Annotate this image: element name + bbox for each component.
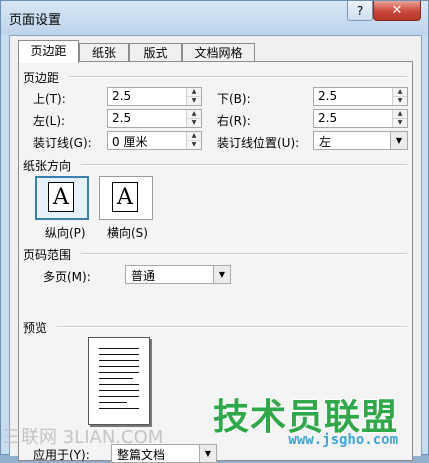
top-margin-label: 上(T):: [33, 92, 66, 106]
preview-text-line: [99, 390, 139, 391]
gutter-label: 装订线(G):: [33, 136, 92, 150]
margins-section-title: 页边距: [23, 71, 60, 85]
preview-text-line: [99, 372, 139, 373]
right-margin-label: 右(R):: [217, 114, 251, 128]
gutter-position-select[interactable]: 左 ▼: [313, 131, 408, 150]
right-margin-value: 2.5: [318, 111, 338, 125]
pages-separator: [81, 253, 407, 255]
spin-down-icon[interactable]: ▼: [187, 119, 201, 127]
preview-page: [88, 337, 150, 425]
spin-down-icon[interactable]: ▼: [187, 97, 201, 105]
spin-down-icon[interactable]: ▼: [393, 119, 407, 127]
spin-down-icon[interactable]: ▼: [187, 141, 201, 149]
bottom-margin-spinner[interactable]: 2.5 ▲ ▼: [313, 87, 408, 106]
preview-text-line: [99, 354, 139, 355]
multiple-pages-select[interactable]: 普通 ▼: [125, 265, 231, 284]
chevron-down-icon[interactable]: ▼: [199, 445, 216, 462]
title-bar: 页面设置 ? ✕: [1, 1, 428, 35]
tab-paper[interactable]: 纸张: [79, 43, 129, 62]
multiple-pages-value: 普通: [131, 269, 156, 283]
spin-up-icon[interactable]: ▲: [187, 88, 201, 97]
spin-up-icon[interactable]: ▲: [393, 88, 407, 97]
gutter-spinner[interactable]: 0 厘米 ▲ ▼: [107, 131, 202, 150]
top-margin-value: 2.5: [112, 89, 132, 103]
window-title: 页面设置: [9, 13, 62, 28]
spin-up-icon[interactable]: ▲: [187, 132, 201, 141]
watermark-3lian: 三联网 3LIAN.COM: [3, 427, 164, 448]
watermark-site-url: www.jsgho.com: [288, 432, 398, 448]
preview-separator: [57, 326, 407, 328]
multiple-pages-label: 多页(M):: [43, 270, 91, 284]
top-margin-arrows: ▲ ▼: [186, 88, 201, 105]
tab-layout[interactable]: 版式: [129, 43, 182, 62]
orientation-section-title: 纸张方向: [23, 159, 72, 173]
gutter-position-value: 左: [319, 135, 332, 149]
preview-text-line: [99, 366, 139, 367]
bottom-margin-label: 下(B):: [217, 92, 251, 106]
preview-text-line: [99, 378, 133, 379]
chevron-down-icon[interactable]: ▼: [213, 266, 230, 283]
tab-margins[interactable]: 页边距: [18, 40, 79, 63]
chevron-down-icon[interactable]: ▼: [390, 132, 407, 149]
preview-text-line: [99, 384, 139, 385]
portrait-button[interactable]: A: [35, 176, 89, 220]
tab-document-grid[interactable]: 文档网格: [182, 43, 255, 62]
left-margin-value: 2.5: [112, 111, 132, 125]
left-margin-arrows: ▲ ▼: [186, 110, 201, 127]
preview-text-line: [99, 402, 127, 403]
bottom-margin-arrows: ▲ ▼: [392, 88, 407, 105]
orientation-separator: [81, 164, 407, 166]
right-margin-arrows: ▲ ▼: [392, 110, 407, 127]
preview-text-line: [99, 348, 139, 349]
gutter-value: 0 厘米: [112, 135, 148, 149]
landscape-button[interactable]: A: [99, 176, 153, 220]
gutter-position-label: 装订线位置(U):: [217, 136, 300, 150]
spin-down-icon[interactable]: ▼: [393, 97, 407, 105]
pages-section-title: 页码范围: [23, 248, 72, 262]
spin-up-icon[interactable]: ▲: [393, 110, 407, 119]
right-margin-spinner[interactable]: 2.5 ▲ ▼: [313, 109, 408, 128]
portrait-label: 纵向(P): [45, 226, 86, 240]
help-button[interactable]: ?: [347, 1, 373, 21]
top-margin-spinner[interactable]: 2.5 ▲ ▼: [107, 87, 202, 106]
portrait-page-icon: A: [48, 182, 74, 212]
preview-text-line: [99, 408, 139, 409]
preview-section-title: 预览: [23, 321, 48, 335]
preview-text-line: [99, 396, 139, 397]
page-setup-window: 页面设置 ? ✕ 页边距 纸张 版式 文档网格 页边距 上(T): 2.5 ▲ …: [0, 0, 429, 463]
landscape-label: 横向(S): [107, 226, 148, 240]
margins-separator: [69, 76, 407, 78]
gutter-arrows: ▲ ▼: [186, 132, 201, 149]
spin-up-icon[interactable]: ▲: [187, 110, 201, 119]
left-margin-spinner[interactable]: 2.5 ▲ ▼: [107, 109, 202, 128]
preview-text-line: [99, 360, 139, 361]
close-button[interactable]: ✕: [373, 1, 421, 21]
left-margin-label: 左(L):: [33, 114, 66, 128]
bottom-margin-value: 2.5: [318, 89, 338, 103]
landscape-page-icon: A: [112, 182, 138, 212]
